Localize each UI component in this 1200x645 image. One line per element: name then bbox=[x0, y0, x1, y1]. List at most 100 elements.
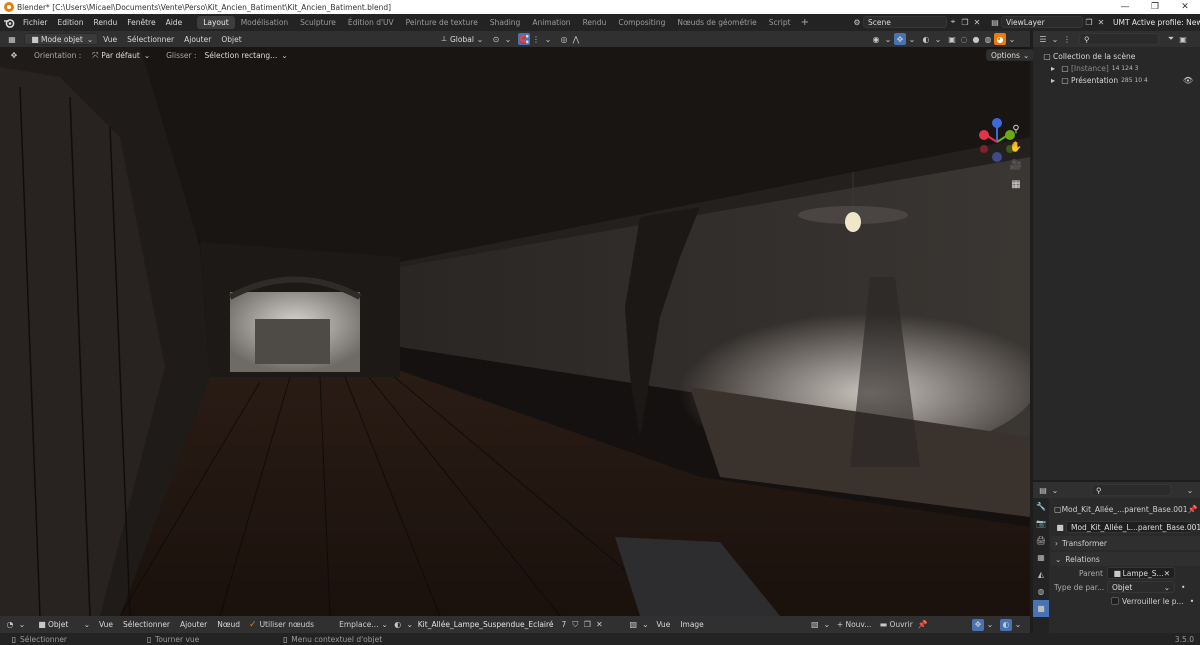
material-name[interactable]: Kit_Allée_Lampe_Suspendue_Eclairé bbox=[418, 620, 554, 629]
viewlayer-icon[interactable]: ▤ bbox=[989, 16, 1001, 28]
shader-editor-icon[interactable]: ◔ bbox=[4, 619, 16, 631]
visibility-icon[interactable]: ◉ bbox=[870, 33, 882, 45]
tab-compositing[interactable]: Compositing bbox=[612, 16, 671, 29]
open-image-button[interactable]: ▬ Ouvrir bbox=[877, 619, 913, 631]
duplicate-icon[interactable]: ❐ bbox=[581, 619, 593, 631]
delete-viewlayer-icon[interactable]: ✕ bbox=[1095, 16, 1107, 28]
keyframe-dot-icon[interactable]: • bbox=[1181, 583, 1185, 592]
menu-selectionner[interactable]: Sélectionner bbox=[122, 35, 179, 44]
fake-user-icon[interactable]: ⛉ bbox=[569, 619, 581, 631]
pin-icon[interactable]: 📌 bbox=[1188, 503, 1198, 515]
mode-select[interactable]: ■ Mode objet ⌄ bbox=[24, 33, 99, 45]
rendered-shading-icon[interactable]: ◕ bbox=[994, 33, 1006, 45]
menu-fenetre[interactable]: Fenêtre bbox=[122, 18, 160, 27]
filter-icon[interactable]: ⏷ bbox=[1165, 33, 1177, 45]
menu-aide[interactable]: Aide bbox=[161, 18, 188, 27]
view-layer-tab-icon[interactable]: ▦ bbox=[1033, 549, 1049, 566]
pan-hand-icon[interactable]: ✋ bbox=[1009, 140, 1023, 154]
close-button[interactable]: ✕ bbox=[1170, 0, 1200, 14]
minimize-button[interactable]: — bbox=[1110, 0, 1140, 14]
orientation-global[interactable]: Global bbox=[450, 35, 474, 44]
new-image-button[interactable]: + Nouv... bbox=[837, 620, 872, 629]
eye-icon[interactable]: 👁 bbox=[1182, 74, 1194, 86]
keyframe-dot-icon[interactable]: • bbox=[1190, 597, 1194, 606]
solid-shading-icon[interactable]: ● bbox=[970, 33, 982, 45]
zoom-icon[interactable]: ⚲ bbox=[1009, 122, 1023, 136]
pin-icon[interactable]: ⌖ bbox=[947, 16, 959, 28]
object-type-icon[interactable]: ■ bbox=[1054, 521, 1066, 533]
xray-icon[interactable]: ▣ bbox=[946, 33, 958, 45]
expand-arrow-icon[interactable]: ▸ bbox=[1047, 62, 1059, 74]
image-browse-icon[interactable]: ▧ bbox=[809, 619, 821, 631]
outliner-row-presentation[interactable]: ▸ ▢ Présentation 285 10 4 👁 bbox=[1033, 74, 1200, 86]
3d-viewport[interactable]: ⚲ ✋ 🎥 ▦ bbox=[0, 47, 1030, 616]
orientation-select[interactable]: ⤧ Par défaut ⌄ bbox=[85, 50, 154, 62]
image-overlay-icon[interactable]: ◐ bbox=[1000, 618, 1012, 631]
wireframe-shading-icon[interactable]: ◌ bbox=[958, 33, 970, 45]
bottom-menu-selectionner[interactable]: Sélectionner bbox=[118, 620, 175, 629]
menu-ajouter[interactable]: Ajouter bbox=[179, 35, 216, 44]
display-mode-icon[interactable]: ⋮ bbox=[1061, 33, 1073, 45]
bottom-menu-ajouter[interactable]: Ajouter bbox=[175, 620, 212, 629]
snap-icon[interactable]: 🧲 bbox=[517, 33, 530, 45]
tab-modelisation[interactable]: Modélisation bbox=[235, 16, 294, 29]
scene-field[interactable]: Scene bbox=[863, 16, 947, 28]
render-tab-icon[interactable]: 📷 bbox=[1033, 515, 1049, 532]
grid-perspective-icon[interactable]: ▦ bbox=[1009, 177, 1023, 191]
object-tab-icon[interactable]: ■ bbox=[1033, 600, 1049, 617]
image-gizmo-icon[interactable]: ✥ bbox=[972, 618, 984, 631]
tab-script[interactable]: Script bbox=[763, 16, 797, 29]
tab-rendu[interactable]: Rendu bbox=[577, 16, 613, 29]
delete-icon[interactable]: ✕ bbox=[971, 16, 983, 28]
menu-rendu[interactable]: Rendu bbox=[88, 18, 122, 27]
tab-sculpture[interactable]: Sculpture bbox=[294, 16, 342, 29]
section-relations[interactable]: ⌄ Relations bbox=[1051, 552, 1200, 566]
camera-icon[interactable]: 🎥 bbox=[1009, 158, 1023, 172]
tab-peinture-texture[interactable]: Peinture de texture bbox=[400, 16, 484, 29]
blender-menu-icon[interactable] bbox=[0, 18, 18, 28]
unlink-icon[interactable]: ✕ bbox=[593, 619, 605, 631]
outliner-row-scene-collection[interactable]: ▢ Collection de la scène bbox=[1033, 50, 1200, 62]
properties-editor-icon[interactable]: ▤ bbox=[1037, 484, 1049, 496]
snap-target-icon[interactable]: ⋮ bbox=[530, 33, 542, 45]
image-menu-image[interactable]: Image bbox=[675, 620, 709, 629]
bottom-menu-noeud[interactable]: Nœud bbox=[212, 620, 245, 629]
lock-parent-checkbox[interactable] bbox=[1111, 597, 1119, 605]
world-tab-icon[interactable]: ◍ bbox=[1033, 583, 1049, 600]
pin-icon[interactable]: 📌 bbox=[917, 619, 929, 631]
copy-icon[interactable]: ❐ bbox=[959, 16, 971, 28]
parent-field[interactable]: ■ Lampe_S... ✕ bbox=[1107, 567, 1175, 579]
gizmo-icon[interactable]: ✥ bbox=[894, 33, 906, 45]
proportional-edit-icon[interactable]: ◎ bbox=[558, 33, 570, 45]
expand-arrow-icon[interactable]: ▸ bbox=[1047, 74, 1059, 86]
add-workspace-button[interactable]: + bbox=[797, 17, 813, 28]
scene-icon[interactable]: ⚙ bbox=[851, 16, 863, 28]
bottom-menu-vue[interactable]: Vue bbox=[94, 620, 118, 629]
menu-vue[interactable]: Vue bbox=[98, 35, 122, 44]
falloff-icon[interactable]: ⋀ bbox=[570, 33, 582, 45]
properties-search-input[interactable]: ⚲ bbox=[1091, 484, 1171, 496]
options-button[interactable]: Options ⌄ bbox=[986, 49, 1035, 61]
image-editor-icon[interactable]: ▧ bbox=[627, 619, 639, 631]
copy-viewlayer-icon[interactable]: ❐ bbox=[1083, 16, 1095, 28]
tab-edition-uv[interactable]: Édition d'UV bbox=[342, 16, 400, 29]
tab-shading[interactable]: Shading bbox=[484, 16, 526, 29]
tab-layout[interactable]: Layout bbox=[197, 16, 235, 29]
material-shading-icon[interactable]: ◍ bbox=[982, 33, 994, 45]
viewlayer-field[interactable]: ViewLayer bbox=[1001, 16, 1083, 28]
image-menu-vue[interactable]: Vue bbox=[651, 620, 675, 629]
editor-type-icon[interactable]: ▦ bbox=[6, 33, 18, 45]
material-browse-icon[interactable]: ◐ bbox=[392, 619, 404, 631]
menu-objet[interactable]: Objet bbox=[216, 35, 246, 44]
outliner-search-input[interactable]: ⚲ bbox=[1079, 33, 1159, 45]
shader-type-select[interactable]: ■ Objet ⌄ bbox=[32, 619, 94, 631]
object-name-field[interactable]: Mod_Kit_Allée_L...parent_Base.001 bbox=[1066, 521, 1200, 533]
scene-tab-icon[interactable]: ◭ bbox=[1033, 566, 1049, 583]
new-collection-icon[interactable]: ▣ bbox=[1177, 33, 1189, 45]
output-tab-icon[interactable]: 🖨 bbox=[1033, 532, 1049, 549]
drag-select[interactable]: Sélection rectang... ⌄ bbox=[201, 50, 292, 62]
slot-select[interactable]: Emplace... ⌄ bbox=[339, 620, 388, 629]
overlay-icon[interactable]: ◐ bbox=[920, 33, 932, 45]
menu-edition[interactable]: Edition bbox=[53, 18, 89, 27]
parent-type-select[interactable]: Objet ⌄ bbox=[1107, 581, 1175, 593]
